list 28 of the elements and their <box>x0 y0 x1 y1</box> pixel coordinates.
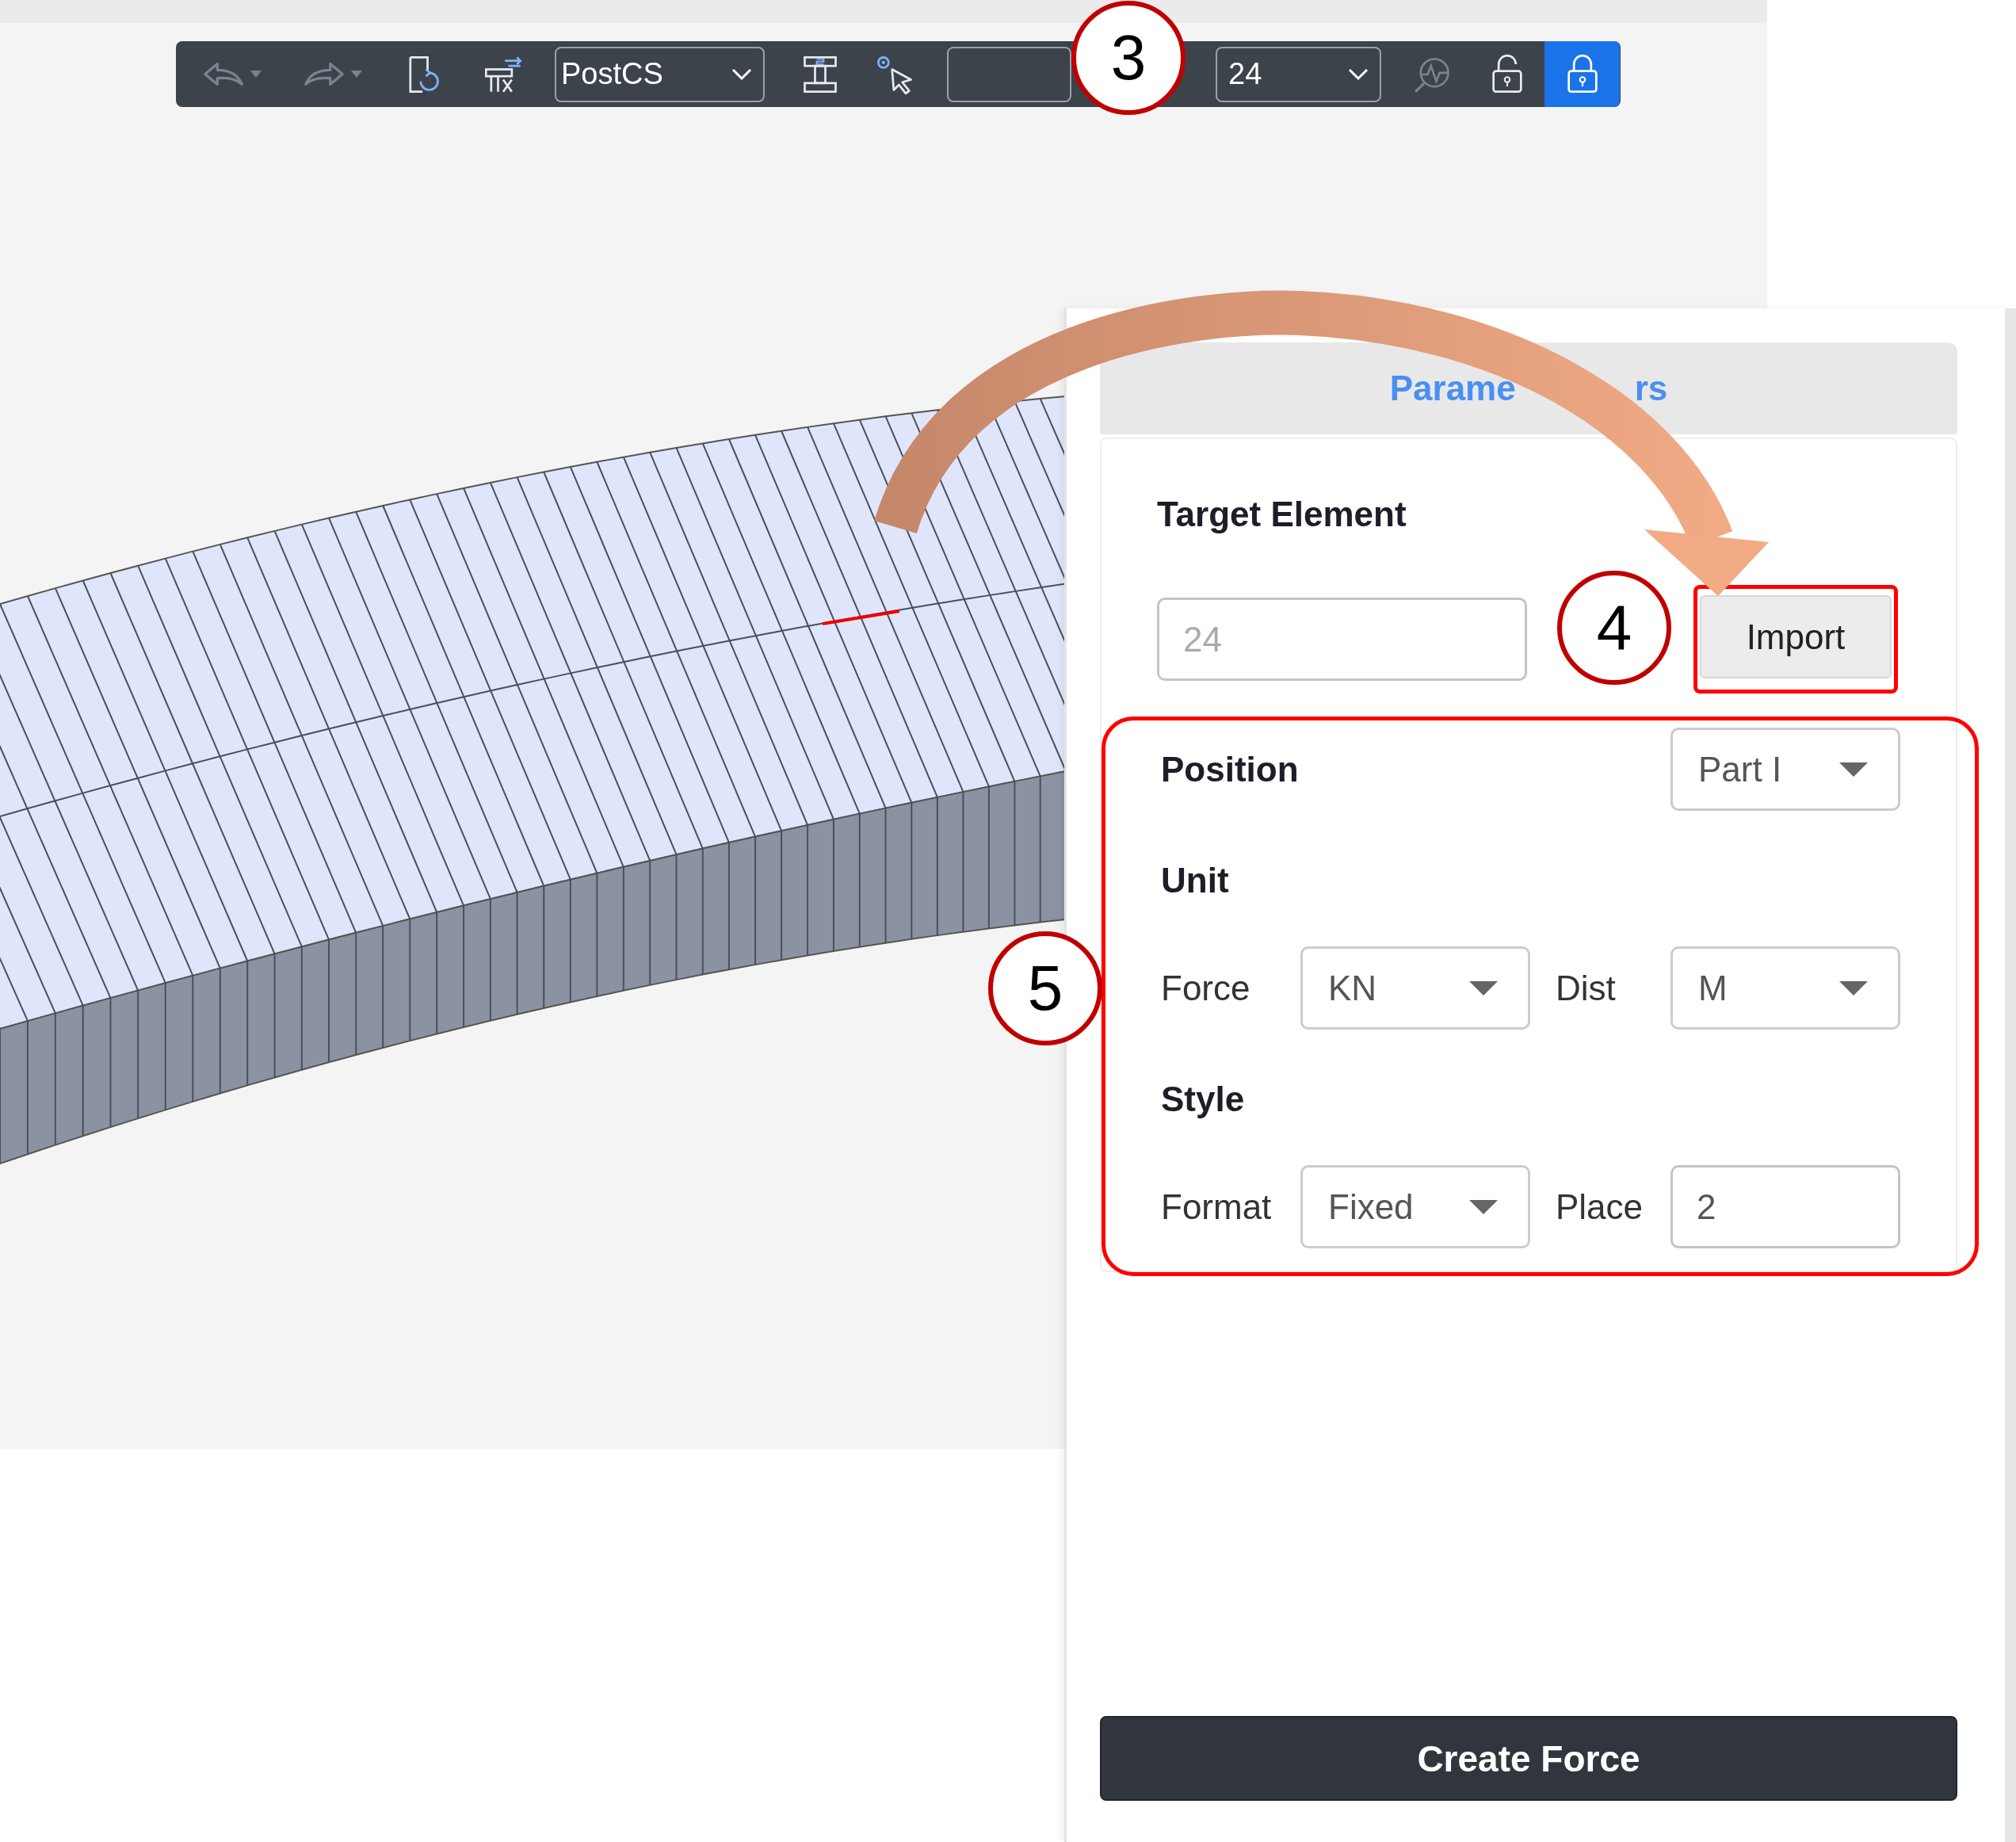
dropdown[interactable]: M <box>1670 946 1900 1030</box>
field-label: Force <box>1161 968 1251 1008</box>
chevron-icon <box>731 67 752 81</box>
section-heading: Position <box>1161 749 1300 789</box>
caret-icon <box>1839 980 1868 996</box>
toolbar-field[interactable] <box>947 46 1071 102</box>
dropdown[interactable]: Part I <box>1670 728 1900 811</box>
chevron-icon <box>1348 67 1369 81</box>
field-label: Format <box>1161 1187 1273 1227</box>
toolbar-dropdown[interactable]: 24 <box>1216 46 1381 102</box>
toolbar-button[interactable] <box>1544 41 1620 107</box>
section-heading: Target Element <box>1157 495 1407 534</box>
caret-icon <box>1469 1199 1498 1214</box>
section-heading: Unit <box>1161 861 1230 900</box>
undo-icon <box>203 62 244 86</box>
redo-icon <box>304 62 345 86</box>
input-field[interactable]: 24 <box>1157 598 1527 681</box>
field-label: Dist <box>1555 968 1617 1008</box>
field-label: Place <box>1555 1187 1644 1227</box>
section-heading: Style <box>1161 1080 1246 1119</box>
dropdown[interactable]: KN <box>1300 946 1530 1030</box>
input-field[interactable]: 2 <box>1670 1165 1900 1248</box>
dropdown[interactable]: Fixed <box>1300 1165 1530 1248</box>
caret-icon <box>1839 762 1868 777</box>
toolbar-dropdown[interactable]: PostCS <box>555 46 765 102</box>
caret-icon <box>1469 980 1498 996</box>
create-force-button[interactable]: Create Force <box>1100 1716 1957 1801</box>
import-button[interactable]: Import <box>1700 595 1892 678</box>
